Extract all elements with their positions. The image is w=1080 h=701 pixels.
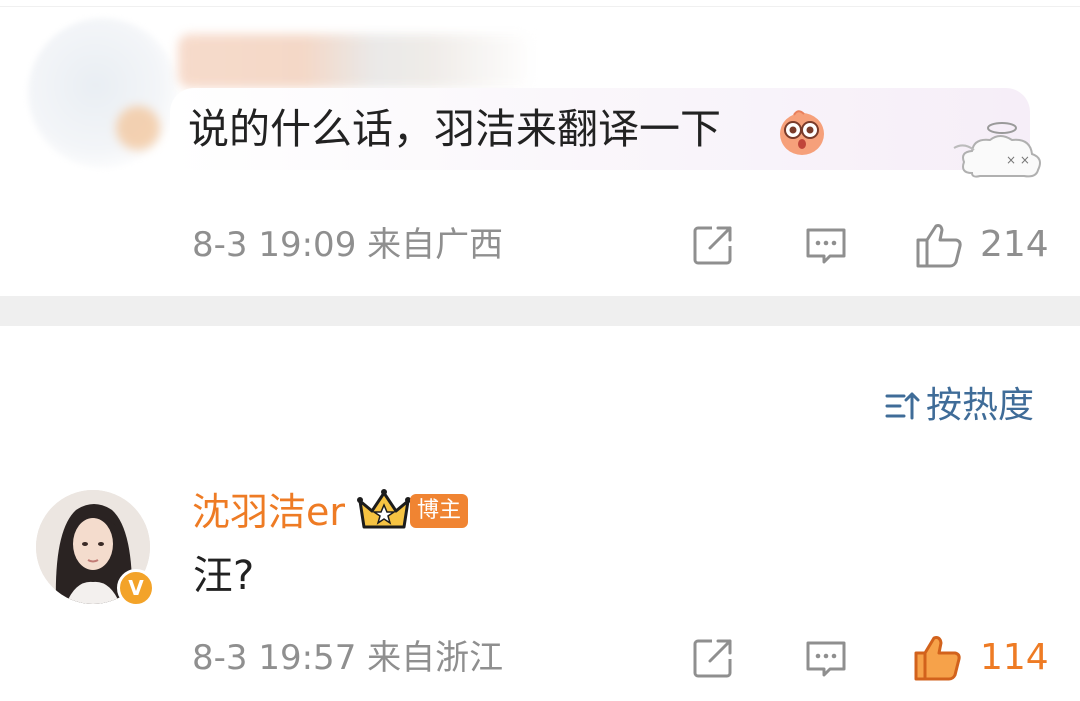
location: 来自广西 [367,225,504,265]
comment-text: 说的什么话，羽洁来翻译一下 [188,105,721,153]
like-count: 214 [980,224,1049,265]
avatar-blurred[interactable] [28,18,178,168]
surprised-face-sticker-icon [780,110,824,155]
sort-label: 按热度 [926,385,1035,426]
comment-icon[interactable] [803,222,849,268]
username-blurred[interactable] [178,34,536,88]
comment-text: 汪? [193,553,255,599]
svg-text:× ×: × × [1006,153,1030,167]
host-badge: 博主 [410,494,468,528]
comment-icon[interactable] [803,635,849,681]
thumbs-up-icon[interactable] [912,632,964,684]
timestamp: 8-3 19:57 [192,638,357,678]
comment-meta: 8-3 19:57 来自浙江 [192,638,503,678]
verified-badge: V [117,569,155,607]
top-divider [0,6,1080,7]
crown-icon [357,489,411,529]
sort-by-popularity-button[interactable]: 按热度 [884,384,1034,428]
dizzy-cloud-sticker-icon: × × [953,122,1041,178]
sort-icon [885,392,920,420]
comment-meta: 8-3 19:09 来自广西 [192,225,503,265]
section-divider [0,296,1080,326]
author-name[interactable]: 沈羽洁er [192,489,345,535]
share-icon[interactable] [690,635,736,681]
location: 来自浙江 [367,638,504,678]
timestamp: 8-3 19:09 [192,225,357,265]
share-icon[interactable] [690,222,736,268]
like-count: 114 [980,637,1049,678]
thumbs-up-icon[interactable] [914,220,964,270]
